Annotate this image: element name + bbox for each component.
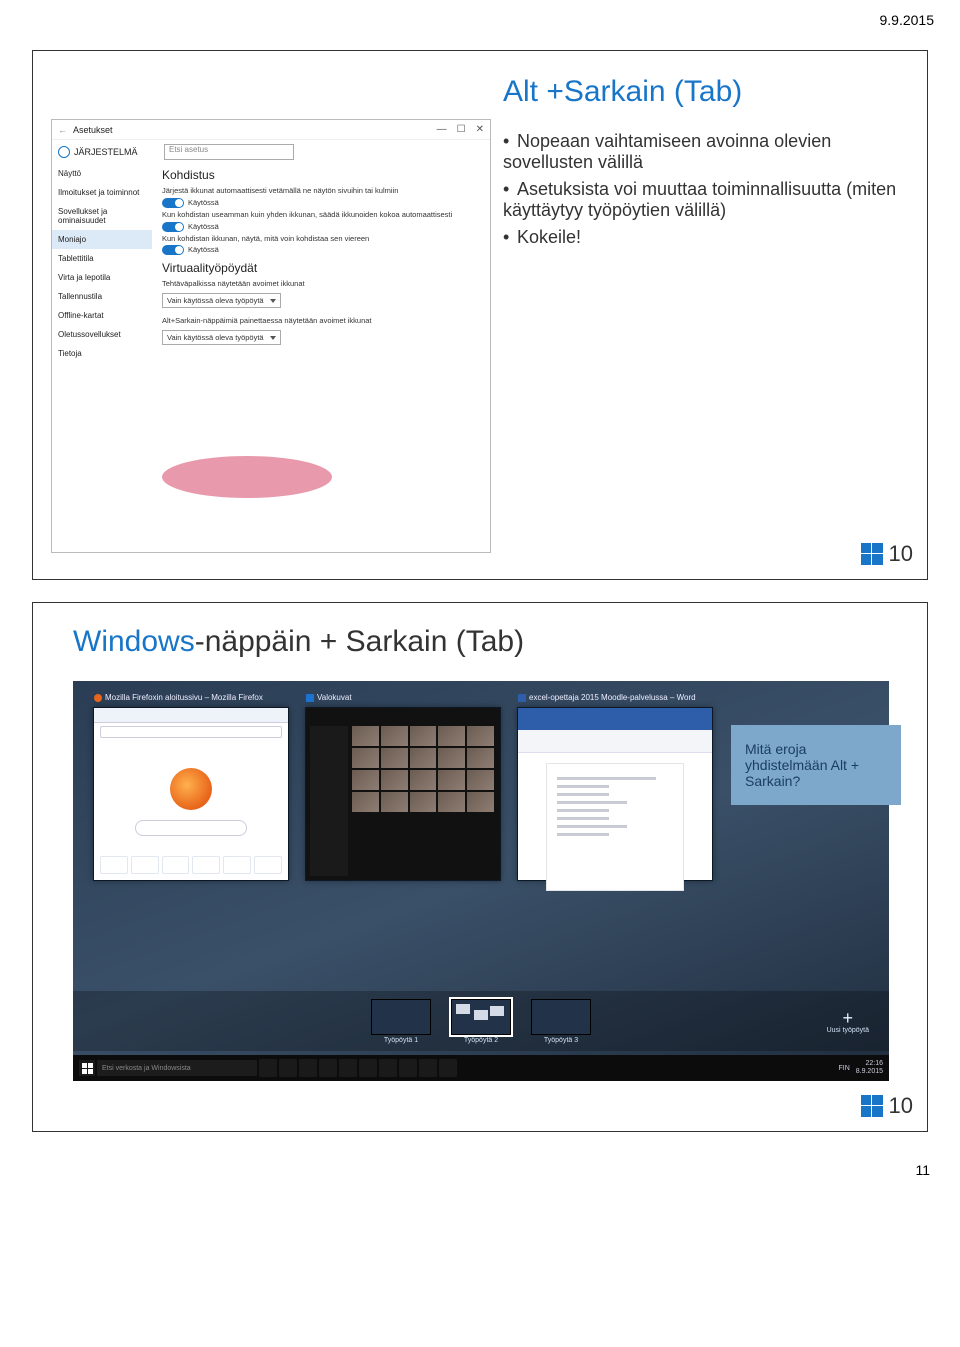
toggle-label: Käytössä [188,245,219,254]
task-view: Mozilla Firefoxin aloitussivu – Mozilla … [73,681,889,1081]
taskbar: Etsi verkosta ja Windowsista FIN [73,1055,889,1081]
windows10-badge: 10 [861,1093,913,1119]
title-part-rest: -näppäin + Sarkain (Tab) [195,625,524,658]
window-label: excel-opettaja 2015 Moodle-palvelussa – … [529,693,696,702]
windows-logo-icon [861,1095,883,1117]
sidebar-item[interactable]: Tallennustila [52,287,152,306]
settings-sidebar: JÄRJESTELMÄ Näyttö Ilmoitukset ja toimin… [52,140,152,550]
sidebar-item[interactable]: Näyttö [52,164,152,183]
taskbar-app-icon[interactable] [319,1059,337,1077]
taskview-window-photos[interactable]: Valokuvat [305,707,501,881]
taskbar-app-icon[interactable] [379,1059,397,1077]
new-desktop-label: Uusi työpöytä [827,1027,869,1034]
taskbar-app-icon[interactable] [359,1059,377,1077]
taskbar-app-icon[interactable] [399,1059,417,1077]
desktop-thumb-selected[interactable]: Työpöytä 2 [451,999,511,1044]
slide-1: Alt +Sarkain (Tab) •Nopeaan vaihtamiseen… [32,50,928,580]
gear-icon [58,146,70,158]
bullet: Asetuksista voi muuttaa toiminnallisuutt… [503,179,896,220]
bullet: Kokeile! [517,227,581,247]
taskbar-tray: FIN 22:16 8.9.2015 [838,1060,883,1075]
dropdown-alttab-windows[interactable]: Vain käytössä oleva työpöytä [162,330,281,345]
windows-logo-icon [82,1063,93,1074]
bullet: Nopeaan vaihtamiseen avoinna olevien sov… [503,131,831,172]
settings-search-input[interactable]: Etsi asetus [164,144,294,160]
toggle-label: Käytössä [188,222,219,231]
taskbar-app-icon[interactable] [279,1059,297,1077]
toggle-on-icon[interactable] [162,198,184,208]
slide2-title: Windows-näppäin + Sarkain (Tab) [73,625,524,659]
callout-box: Mitä eroja yhdistelmään Alt + Sarkain? [731,725,901,805]
desktop-thumb[interactable]: Työpöytä 3 [531,999,591,1044]
dropdown-taskbar-windows[interactable]: Vain käytössä oleva työpöytä [162,293,281,308]
taskbar-app-icon[interactable] [259,1059,277,1077]
back-arrow-icon[interactable]: ← [58,125,67,135]
badge-text: 10 [889,541,913,567]
settings-main: Etsi asetus Kohdistus Järjestä ikkunat a… [152,140,490,550]
new-desktop-button[interactable]: + Uusi työpöytä [827,1009,869,1034]
setting-text: Alt+Sarkain-näppäimiä painettaessa näyte… [162,316,480,326]
windows10-badge: 10 [861,541,913,567]
window-title: Asetukset [73,125,427,135]
sidebar-item[interactable]: Offline-kartat [52,306,152,325]
maximize-button[interactable]: ☐ [457,124,466,135]
taskbar-app-icon[interactable] [339,1059,357,1077]
virtual-desktops-bar: Työpöytä 1 Työpöytä 2 Työpöytä 3 + Uusi … [73,991,889,1051]
title-part-blue: Windows [73,625,195,658]
taskbar-app-icon[interactable] [299,1059,317,1077]
toggle-label: Käytössä [188,198,219,207]
sidebar-item[interactable]: Tablettitila [52,249,152,268]
windows-logo-icon [861,543,883,565]
sidebar-heading: JÄRJESTELMÄ [52,144,152,164]
sidebar-item-selected[interactable]: Moniajo [52,230,152,249]
toggle-on-icon[interactable] [162,222,184,232]
heading-virtual: Virtuaalityöpöydät [162,261,480,275]
settings-window: ← Asetukset — ☐ ✕ JÄRJESTELMÄ Näyttö Ilm… [51,119,491,553]
tray-time[interactable]: 22:16 [865,1060,883,1067]
sidebar-item[interactable]: Sovellukset ja ominaisuudet [52,202,152,230]
section-name: JÄRJESTELMÄ [74,147,138,157]
badge-text: 10 [889,1093,913,1119]
window-label: Mozilla Firefoxin aloitussivu – Mozilla … [105,693,263,702]
toggle-on-icon[interactable] [162,245,184,255]
minimize-button[interactable]: — [437,124,447,135]
taskbar-search-input[interactable]: Etsi verkosta ja Windowsista [97,1060,257,1076]
photos-icon [306,694,314,702]
page-date: 9.9.2015 [0,0,960,28]
setting-text: Tehtäväpalkissa näytetään avoimet ikkuna… [162,279,480,289]
taskbar-app-icon[interactable] [439,1059,457,1077]
setting-text: Järjestä ikkunat automaattisesti vetämäl… [162,186,480,196]
taskview-window-word[interactable]: excel-opettaja 2015 Moodle-palvelussa – … [517,707,713,881]
setting-text: Kun kohdistan ikkunan, näytä, mitä voin … [162,234,480,244]
taskbar-app-icon[interactable] [419,1059,437,1077]
desktop-label: Työpöytä 3 [531,1037,591,1044]
start-button[interactable] [79,1060,95,1076]
sidebar-item[interactable]: Oletussovellukset [52,325,152,344]
sidebar-item[interactable]: Virta ja lepotila [52,268,152,287]
sidebar-item[interactable]: Ilmoitukset ja toiminnot [52,183,152,202]
sidebar-item[interactable]: Tietoja [52,344,152,363]
page-number: 11 [0,1154,960,1198]
desktop-thumb[interactable]: Työpöytä 1 [371,999,431,1044]
heading-kohdistus: Kohdistus [162,168,480,182]
slide1-bullets: •Nopeaan vaihtamiseen avoinna olevien so… [503,131,903,254]
word-icon [518,694,526,702]
tray-date[interactable]: 8.9.2015 [856,1068,883,1075]
setting-text: Kun kohdistan useamman kuin yhden ikkuna… [162,210,480,220]
tray-lang[interactable]: FIN [838,1065,849,1072]
slide1-title: Alt +Sarkain (Tab) [503,75,742,109]
firefox-logo-icon [170,768,212,810]
desktop-label: Työpöytä 1 [371,1037,431,1044]
window-label: Valokuvat [317,693,352,702]
slide-2: Windows-näppäin + Sarkain (Tab) Mozilla … [32,602,928,1132]
plus-icon: + [827,1009,869,1027]
close-button[interactable]: ✕ [476,124,484,135]
desktop-label: Työpöytä 2 [451,1037,511,1044]
window-titlebar: ← Asetukset — ☐ ✕ [52,120,490,140]
taskview-window-firefox[interactable]: Mozilla Firefoxin aloitussivu – Mozilla … [93,707,289,881]
firefox-icon [94,694,102,702]
taskbar-pinned-icons [259,1059,457,1077]
